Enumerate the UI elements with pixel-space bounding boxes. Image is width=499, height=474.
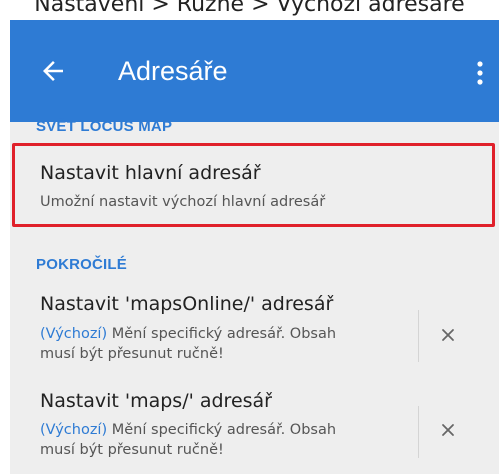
- list-item-title: Nastavit hlavní adresář: [40, 162, 261, 184]
- list-item-subtitle: Umožní nastavit výchozí hlavní adresář: [40, 194, 326, 210]
- close-icon[interactable]: [440, 422, 456, 438]
- highlight-frame: [12, 143, 495, 227]
- close-icon[interactable]: [440, 327, 456, 343]
- list-item-subtitle-line2: musí být přesunut ručně!: [40, 442, 224, 458]
- page-caption: Nastavení > Různé > Výchozí adresáře: [34, 0, 465, 17]
- default-tag: Výchozí: [45, 422, 102, 438]
- default-tag: Výchozí: [45, 326, 102, 342]
- section-header-locus: SVĚT LOCUS MAP: [36, 118, 173, 135]
- more-vert-icon[interactable]: [475, 60, 485, 86]
- list-item-subtitle-line2: musí být přesunut ručně!: [40, 346, 224, 362]
- section-header-advanced: POKROČILÉ: [36, 256, 127, 273]
- arrow-left-icon[interactable]: [38, 56, 68, 86]
- list-item-title: Nastavit 'mapsOnline/' adresář: [40, 293, 334, 315]
- list-item-subtitle: (Výchozí) Mění specifický adresář. Obsah: [40, 326, 337, 342]
- page-title: Adresáře: [118, 56, 228, 86]
- list-item-title: Nastavit 'maps/' adresář: [40, 390, 272, 412]
- divider: [418, 406, 419, 458]
- list-item-subtitle: (Výchozí) Mění specifický adresář. Obsah: [40, 422, 337, 438]
- divider: [418, 310, 419, 362]
- app-bar: Adresáře: [10, 20, 499, 122]
